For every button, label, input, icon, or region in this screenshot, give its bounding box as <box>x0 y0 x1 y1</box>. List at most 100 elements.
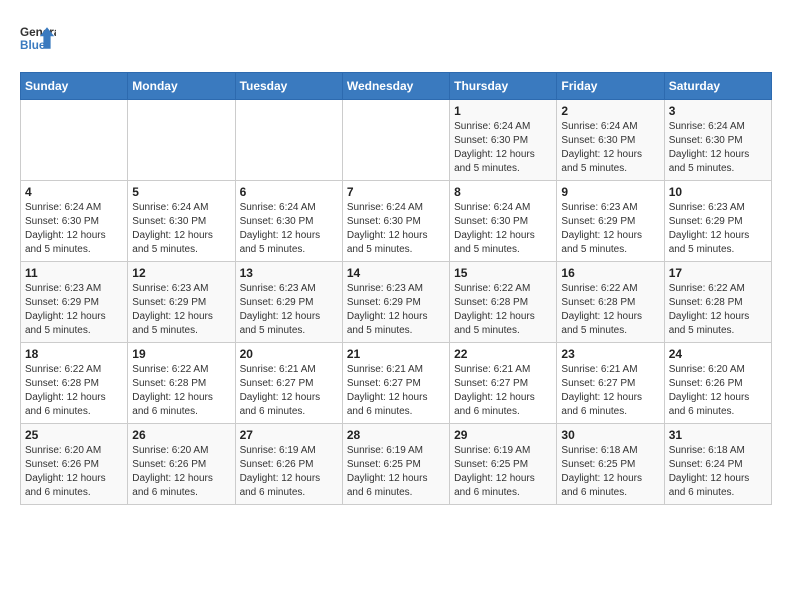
calendar-cell: 21Sunrise: 6:21 AMSunset: 6:27 PMDayligh… <box>342 343 449 424</box>
page-header: General Blue <box>20 20 772 56</box>
calendar-cell: 20Sunrise: 6:21 AMSunset: 6:27 PMDayligh… <box>235 343 342 424</box>
day-info: Sunrise: 6:24 AMSunset: 6:30 PMDaylight:… <box>132 201 230 257</box>
day-info: Sunrise: 6:21 AMSunset: 6:27 PMDaylight:… <box>240 363 338 419</box>
day-info: Sunrise: 6:19 AMSunset: 6:25 PMDaylight:… <box>454 444 552 500</box>
logo-icon: General Blue <box>20 20 56 56</box>
day-info: Sunrise: 6:23 AMSunset: 6:29 PMDaylight:… <box>25 282 123 338</box>
calendar-cell <box>235 100 342 181</box>
day-info: Sunrise: 6:20 AMSunset: 6:26 PMDaylight:… <box>669 363 767 419</box>
day-number: 18 <box>25 347 123 361</box>
calendar-cell: 2 Sunrise: 6:24 AMSunset: 6:30 PMDaylight… <box>557 100 664 181</box>
weekday-header: Friday <box>557 73 664 100</box>
calendar-cell: 15Sunrise: 6:22 AMSunset: 6:28 PMDayligh… <box>450 262 557 343</box>
day-info: Sunrise: 6:24 AMSunset: 6:30 PMDaylight:… <box>669 120 767 176</box>
day-number: 22 <box>454 347 552 361</box>
calendar-cell: 5 Sunrise: 6:24 AMSunset: 6:30 PMDaylight… <box>128 181 235 262</box>
calendar-cell: 31 Sunrise: 6:18 AMSunset: 6:24 PMDayligh… <box>664 424 771 505</box>
day-info: Sunrise: 6:23 AMSunset: 6:29 PMDaylight:… <box>561 201 659 257</box>
day-number: 17 <box>669 266 767 280</box>
day-info: Sunrise: 6:19 AMSunset: 6:25 PMDaylight:… <box>347 444 445 500</box>
weekday-header: Monday <box>128 73 235 100</box>
day-info: Sunrise: 6:20 AMSunset: 6:26 PMDaylight:… <box>132 444 230 500</box>
day-number: 29 <box>454 428 552 442</box>
day-number: 10 <box>669 185 767 199</box>
calendar-cell: 23Sunrise: 6:21 AMSunset: 6:27 PMDayligh… <box>557 343 664 424</box>
day-number: 2 <box>561 104 659 118</box>
calendar-cell: 13 Sunrise: 6:23 AMSunset: 6:29 PMDayligh… <box>235 262 342 343</box>
weekday-header: Wednesday <box>342 73 449 100</box>
day-info: Sunrise: 6:19 AMSunset: 6:26 PMDaylight:… <box>240 444 338 500</box>
day-number: 4 <box>25 185 123 199</box>
calendar-cell: 29 Sunrise: 6:19 AMSunset: 6:25 PMDayligh… <box>450 424 557 505</box>
day-number: 14 <box>347 266 445 280</box>
day-number: 31 <box>669 428 767 442</box>
weekday-header: Sunday <box>21 73 128 100</box>
calendar-table: SundayMondayTuesdayWednesdayThursdayFrid… <box>20 72 772 505</box>
day-info: Sunrise: 6:23 AMSunset: 6:29 PMDaylight:… <box>240 282 338 338</box>
calendar-cell: 10 Sunrise: 6:23 AMSunset: 6:29 PMDayligh… <box>664 181 771 262</box>
calendar-cell: 8 Sunrise: 6:24 AMSunset: 6:30 PMDaylight… <box>450 181 557 262</box>
calendar-cell: 1 Sunrise: 6:24 AMSunset: 6:30 PMDaylight… <box>450 100 557 181</box>
calendar-cell: 9 Sunrise: 6:23 AMSunset: 6:29 PMDaylight… <box>557 181 664 262</box>
day-info: Sunrise: 6:20 AMSunset: 6:26 PMDaylight:… <box>25 444 123 500</box>
calendar-cell <box>342 100 449 181</box>
calendar-cell <box>128 100 235 181</box>
calendar-cell: 26 Sunrise: 6:20 AMSunset: 6:26 PMDayligh… <box>128 424 235 505</box>
calendar-cell: 6 Sunrise: 6:24 AMSunset: 6:30 PMDaylight… <box>235 181 342 262</box>
day-info: Sunrise: 6:22 AMSunset: 6:28 PMDaylight:… <box>132 363 230 419</box>
day-info: Sunrise: 6:23 AMSunset: 6:29 PMDaylight:… <box>347 282 445 338</box>
calendar-cell: 7 Sunrise: 6:24 AMSunset: 6:30 PMDaylight… <box>342 181 449 262</box>
calendar-cell: 25 Sunrise: 6:20 AMSunset: 6:26 PMDayligh… <box>21 424 128 505</box>
day-info: Sunrise: 6:24 AMSunset: 6:30 PMDaylight:… <box>454 120 552 176</box>
calendar-cell <box>21 100 128 181</box>
day-number: 8 <box>454 185 552 199</box>
day-number: 6 <box>240 185 338 199</box>
calendar-cell: 12 Sunrise: 6:23 AMSunset: 6:29 PMDayligh… <box>128 262 235 343</box>
calendar-cell: 22 Sunrise: 6:21 AMSunset: 6:27 PMDayligh… <box>450 343 557 424</box>
day-number: 19 <box>132 347 230 361</box>
calendar-cell: 27 Sunrise: 6:19 AMSunset: 6:26 PMDayligh… <box>235 424 342 505</box>
day-number: 5 <box>132 185 230 199</box>
day-info: Sunrise: 6:24 AMSunset: 6:30 PMDaylight:… <box>454 201 552 257</box>
weekday-header: Saturday <box>664 73 771 100</box>
day-number: 27 <box>240 428 338 442</box>
calendar-cell: 14 Sunrise: 6:23 AMSunset: 6:29 PMDayligh… <box>342 262 449 343</box>
calendar-cell: 16 Sunrise: 6:22 AMSunset: 6:28 PMDayligh… <box>557 262 664 343</box>
day-number: 12 <box>132 266 230 280</box>
day-number: 25 <box>25 428 123 442</box>
day-info: Sunrise: 6:23 AMSunset: 6:29 PMDaylight:… <box>132 282 230 338</box>
calendar-cell: 18 Sunrise: 6:22 AMSunset: 6:28 PMDayligh… <box>21 343 128 424</box>
day-number: 7 <box>347 185 445 199</box>
day-info: Sunrise: 6:21 AMSunset: 6:27 PMDaylight:… <box>561 363 659 419</box>
calendar-cell: 11 Sunrise: 6:23 AMSunset: 6:29 PMDayligh… <box>21 262 128 343</box>
svg-text:Blue: Blue <box>20 39 46 52</box>
day-number: 13 <box>240 266 338 280</box>
calendar-cell: 17 Sunrise: 6:22 AMSunset: 6:28 PMDayligh… <box>664 262 771 343</box>
calendar-week: 4 Sunrise: 6:24 AMSunset: 6:30 PMDaylight… <box>21 181 772 262</box>
day-number: 9 <box>561 185 659 199</box>
day-number: 26 <box>132 428 230 442</box>
day-info: Sunrise: 6:21 AMSunset: 6:27 PMDaylight:… <box>454 363 552 419</box>
day-number: 24 <box>669 347 767 361</box>
day-info: Sunrise: 6:18 AMSunset: 6:24 PMDaylight:… <box>669 444 767 500</box>
day-info: Sunrise: 6:22 AMSunset: 6:28 PMDaylight:… <box>25 363 123 419</box>
day-info: Sunrise: 6:23 AMSunset: 6:29 PMDaylight:… <box>669 201 767 257</box>
weekday-header: Thursday <box>450 73 557 100</box>
calendar-cell: 19 Sunrise: 6:22 AMSunset: 6:28 PMDayligh… <box>128 343 235 424</box>
day-info: Sunrise: 6:24 AMSunset: 6:30 PMDaylight:… <box>240 201 338 257</box>
day-number: 1 <box>454 104 552 118</box>
day-info: Sunrise: 6:24 AMSunset: 6:30 PMDaylight:… <box>347 201 445 257</box>
calendar-cell: 4 Sunrise: 6:24 AMSunset: 6:30 PMDaylight… <box>21 181 128 262</box>
calendar-week: 18 Sunrise: 6:22 AMSunset: 6:28 PMDayligh… <box>21 343 772 424</box>
day-info: Sunrise: 6:24 AMSunset: 6:30 PMDaylight:… <box>25 201 123 257</box>
day-number: 16 <box>561 266 659 280</box>
day-number: 11 <box>25 266 123 280</box>
day-info: Sunrise: 6:24 AMSunset: 6:30 PMDaylight:… <box>561 120 659 176</box>
day-number: 15 <box>454 266 552 280</box>
day-number: 3 <box>669 104 767 118</box>
day-info: Sunrise: 6:22 AMSunset: 6:28 PMDaylight:… <box>561 282 659 338</box>
calendar-header: SundayMondayTuesdayWednesdayThursdayFrid… <box>21 73 772 100</box>
weekday-header: Tuesday <box>235 73 342 100</box>
day-info: Sunrise: 6:22 AMSunset: 6:28 PMDaylight:… <box>669 282 767 338</box>
calendar-week: 11 Sunrise: 6:23 AMSunset: 6:29 PMDayligh… <box>21 262 772 343</box>
